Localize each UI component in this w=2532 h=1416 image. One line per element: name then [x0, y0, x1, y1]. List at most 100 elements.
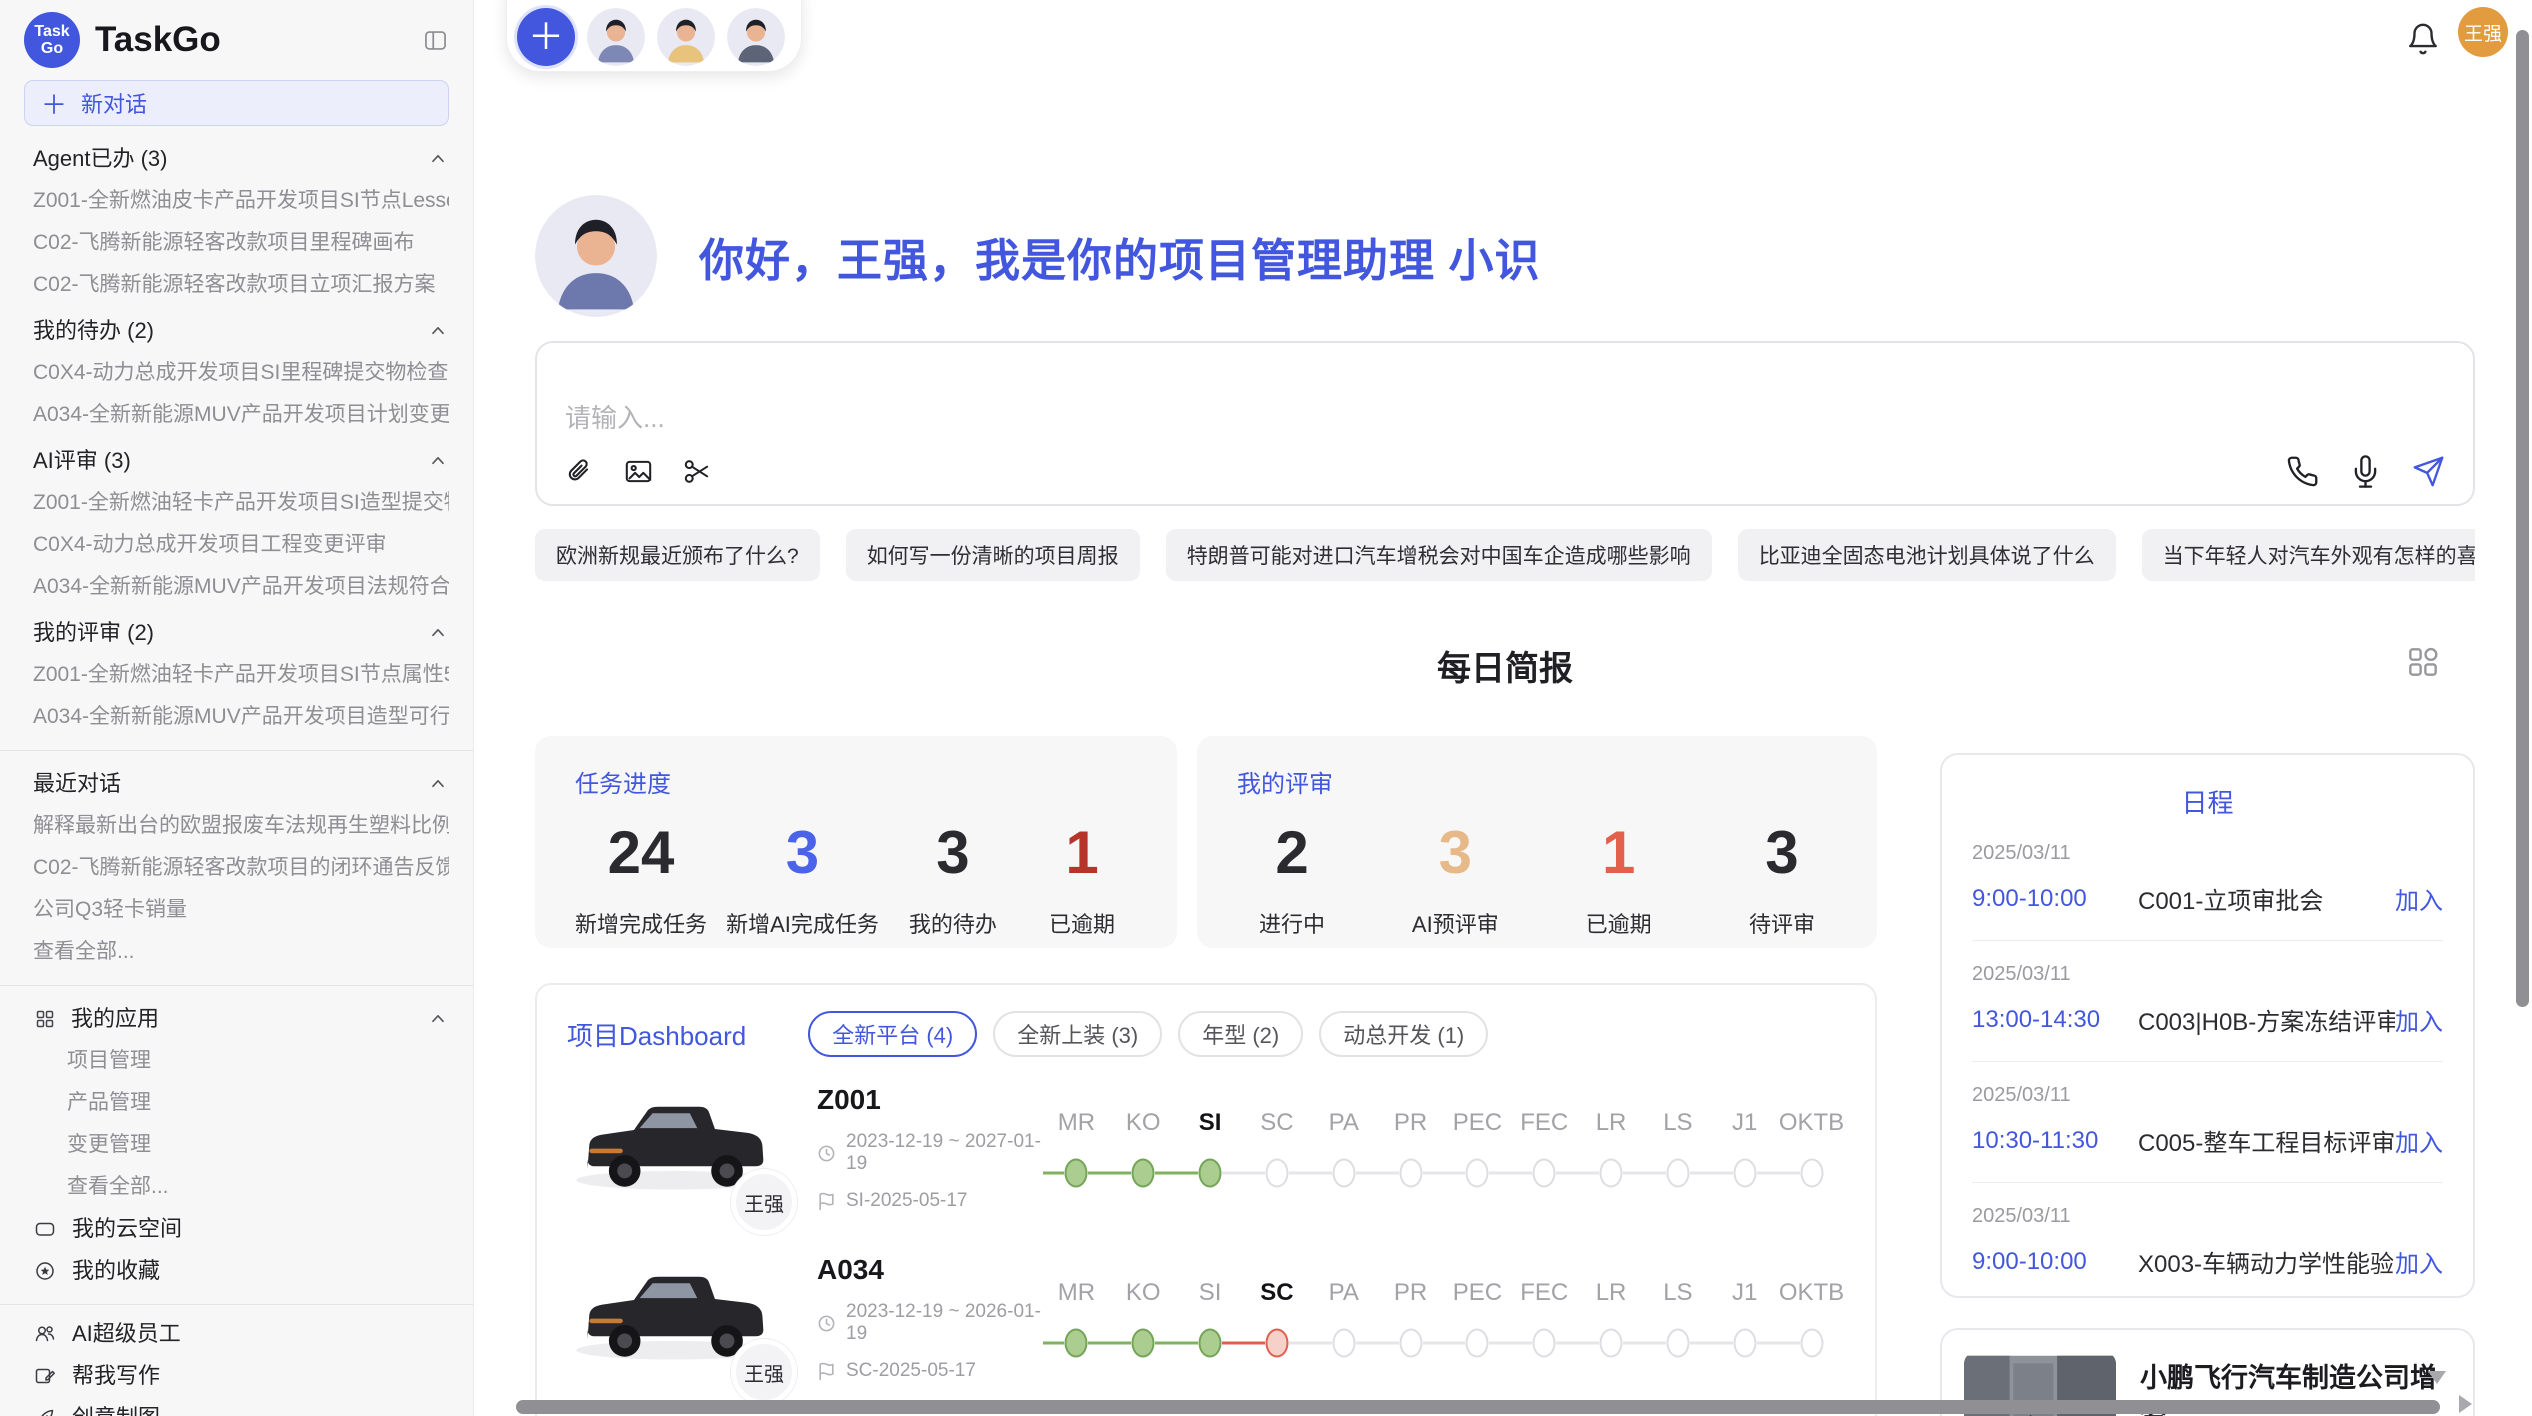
recent-chats-view-all[interactable]: 查看全部... [24, 939, 449, 965]
join-meeting-link[interactable]: 加入 [2395, 1244, 2443, 1279]
layout-grid-icon[interactable] [2404, 643, 2442, 681]
suggestion-chip[interactable]: 当下年轻人对汽车外观有怎样的喜好趋势 [2142, 529, 2475, 581]
milestone-connector [1310, 1342, 1331, 1345]
sidebar-tool-label: AI超级员工 [72, 1321, 181, 1347]
sidebar-item[interactable]: Z001-全新燃油轻卡产品开发项目SI造型提交物评审 [24, 490, 449, 516]
scroll-down-arrow-icon[interactable] [2428, 1371, 2446, 1384]
app-item[interactable]: 项目管理 [24, 1048, 449, 1074]
my-apps-title-wrap: 我的应用 [33, 1006, 159, 1032]
sidebar-item[interactable]: C02-飞腾新能源轻客改款项目立项汇报方案 [24, 272, 449, 298]
milestone-ko[interactable]: KO [1110, 1107, 1177, 1197]
chat-input[interactable] [565, 403, 1727, 434]
join-meeting-link[interactable]: 加入 [2395, 881, 2443, 916]
milestone-dot-row [1177, 1319, 1244, 1367]
join-meeting-link[interactable]: 加入 [2395, 1123, 2443, 1158]
chevron-up-icon[interactable] [427, 320, 449, 342]
notification-bell-icon[interactable] [2406, 22, 2440, 56]
milestone-pa[interactable]: PA [1310, 1277, 1377, 1367]
sidebar-item[interactable]: C0X4-动力总成开发项目SI里程碑提交物检查 [24, 360, 449, 386]
milestone-lr[interactable]: LR [1578, 1107, 1645, 1197]
vertical-scrollbar[interactable] [2516, 30, 2529, 1007]
stat-value: 3 [898, 821, 1008, 885]
milestone-mr[interactable]: MR [1043, 1277, 1110, 1367]
milestone-si[interactable]: SI [1177, 1107, 1244, 1197]
milestone-dot [1800, 1329, 1823, 1358]
recent-chat-item[interactable]: 公司Q3轻卡销量 [24, 897, 449, 923]
suggestion-chip[interactable]: 欧洲新规最近颁布了什么? [535, 529, 820, 581]
milestone-dot [1600, 1159, 1623, 1188]
sidebar-link-1[interactable]: 我的收藏 [24, 1258, 449, 1284]
apps-view-all[interactable]: 查看全部... [24, 1174, 449, 1200]
phone-icon[interactable] [2286, 455, 2319, 488]
chevron-up-icon[interactable] [427, 148, 449, 170]
image-icon[interactable] [622, 455, 655, 488]
dashboard-tab-1[interactable]: 全新上装 (3) [993, 1011, 1162, 1057]
milestone-oktb[interactable]: OKTB [1778, 1107, 1845, 1197]
milestone-fec[interactable]: FEC [1511, 1277, 1578, 1367]
milestone-mr[interactable]: MR [1043, 1107, 1110, 1197]
send-icon[interactable] [2412, 455, 2445, 488]
milestone-j1[interactable]: J1 [1711, 1277, 1778, 1367]
collapse-sidebar-icon[interactable] [422, 27, 449, 54]
avatar[interactable] [727, 8, 785, 66]
sidebar-tool-0[interactable]: AI超级员工 [24, 1321, 449, 1347]
sidebar-item[interactable]: Z001-全新燃油轻卡产品开发项目SI节点属性5D文件评审 [24, 662, 449, 688]
milestone-connector [1356, 1342, 1377, 1345]
dashboard-tab-2[interactable]: 年型 (2) [1178, 1011, 1303, 1057]
milestone-j1[interactable]: J1 [1711, 1107, 1778, 1197]
user-avatar[interactable]: 王强 [2458, 7, 2508, 57]
app-item[interactable]: 变更管理 [24, 1132, 449, 1158]
milestone-si[interactable]: SI [1177, 1277, 1244, 1367]
milestone-pa[interactable]: PA [1310, 1107, 1377, 1197]
microphone-icon[interactable] [2349, 455, 2382, 488]
dashboard-tab-3[interactable]: 动总开发 (1) [1319, 1011, 1488, 1057]
milestone-ls[interactable]: LS [1644, 1107, 1711, 1197]
milestone-pec[interactable]: PEC [1444, 1277, 1511, 1367]
milestone-sc[interactable]: SC [1243, 1107, 1310, 1197]
sidebar-item[interactable]: C02-飞腾新能源轻客改款项目里程碑画布 [24, 230, 449, 256]
milestone-ko[interactable]: KO [1110, 1277, 1177, 1367]
new-session-button[interactable]: ＋ [517, 8, 575, 66]
milestone-pr[interactable]: PR [1377, 1277, 1444, 1367]
avatar[interactable] [587, 8, 645, 66]
milestone-lr[interactable]: LR [1578, 1277, 1645, 1367]
sidebar-item[interactable]: Z001-全新燃油皮卡产品开发项目SI节点Lesson Learn报告 [24, 188, 449, 214]
chevron-up-icon[interactable] [427, 1008, 449, 1030]
scissors-icon[interactable] [681, 455, 714, 488]
project-code[interactable]: Z001 [817, 1084, 1043, 1116]
new-chat-button[interactable]: ＋ 新对话 [24, 80, 449, 126]
milestone-fec[interactable]: FEC [1511, 1107, 1578, 1197]
sidebar-item[interactable]: A034-全新新能源MUV产品开发项目造型可行性评审 [24, 704, 449, 730]
suggestion-chip[interactable]: 特朗普可能对进口汽车增税会对中国车企造成哪些影响 [1166, 529, 1712, 581]
milestone-pr[interactable]: PR [1377, 1107, 1444, 1197]
sidebar-tool-1[interactable]: 帮我写作 [24, 1363, 449, 1389]
sidebar-header: Task Go TaskGo [24, 8, 449, 72]
milestone-connector [1110, 1172, 1131, 1175]
chevron-up-icon[interactable] [427, 622, 449, 644]
sidebar-item[interactable]: A034-全新新能源MUV产品开发项目法规符合性评审 [24, 574, 449, 600]
suggestion-chip[interactable]: 比亚迪全固态电池计划具体说了什么 [1738, 529, 2116, 581]
milestone-oktb[interactable]: OKTB [1778, 1277, 1845, 1367]
milestone-ls[interactable]: LS [1644, 1277, 1711, 1367]
project-code[interactable]: A034 [817, 1254, 1043, 1286]
recent-chat-item[interactable]: 解释最新出台的欧盟报废车法规再生塑料比例被调至15%... [24, 813, 449, 839]
chevron-up-icon[interactable] [427, 450, 449, 472]
sidebar-tool-2[interactable]: 创意制图 [24, 1405, 449, 1416]
scroll-right-arrow-icon[interactable] [2459, 1395, 2472, 1413]
attachment-icon[interactable] [563, 455, 596, 488]
sidebar-link-0[interactable]: 我的云空间 [24, 1216, 449, 1242]
schedule-item: 2025/03/1110:30-11:30C005-整车工程目标评审加入 [1972, 1062, 2443, 1183]
join-meeting-link[interactable]: 加入 [2395, 1002, 2443, 1037]
sidebar-item[interactable]: C0X4-动力总成开发项目工程变更评审 [24, 532, 449, 558]
milestone-pec[interactable]: PEC [1444, 1107, 1511, 1197]
horizontal-scrollbar[interactable] [516, 1400, 2440, 1414]
chevron-up-icon[interactable] [427, 773, 449, 795]
avatar[interactable] [657, 8, 715, 66]
dashboard-tab-0[interactable]: 全新平台 (4) [808, 1011, 977, 1057]
milestone-sc[interactable]: SC [1243, 1277, 1310, 1367]
app-item[interactable]: 产品管理 [24, 1090, 449, 1116]
suggestion-chip[interactable]: 如何写一份清晰的项目周报 [846, 529, 1140, 581]
sidebar-item[interactable]: A034-全新新能源MUV产品开发项目计划变更表编写 [24, 402, 449, 428]
project-list: 王强Z0012023-12-19 ~ 2027-01-19SI-2025-05-… [567, 1069, 1845, 1416]
recent-chat-item[interactable]: C02-飞腾新能源轻客改款项目的闭环通告反馈情况 [24, 855, 449, 881]
